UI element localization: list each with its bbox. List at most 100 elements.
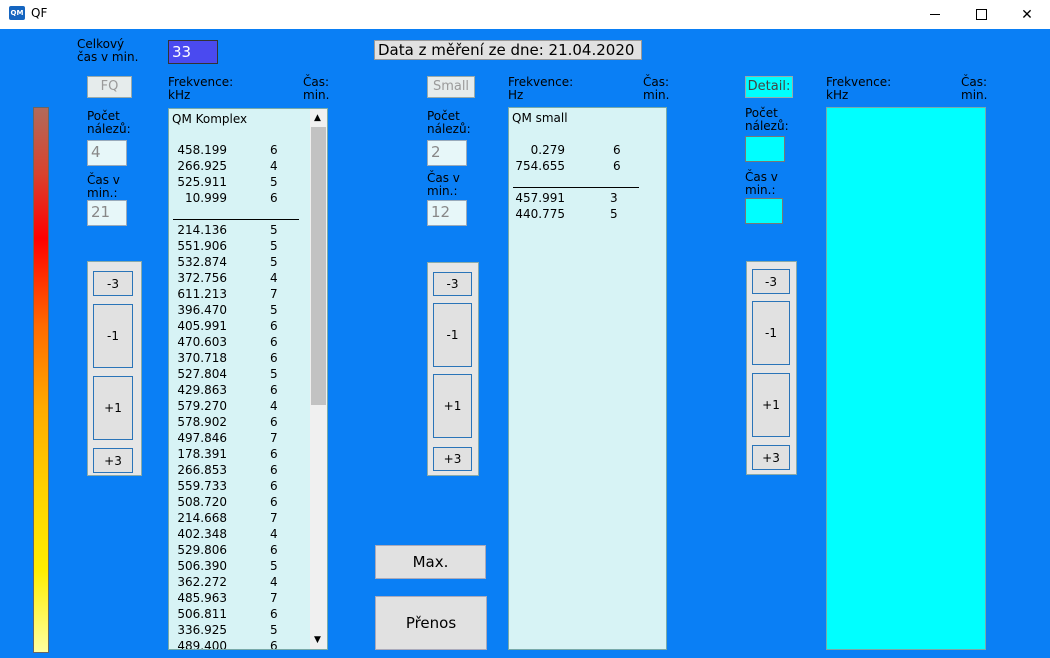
fq-step-minus1-button[interactable]: -1 [93,304,133,368]
list-item[interactable]: 336.925 5 [169,622,327,638]
list-item[interactable]: 429.863 6 [169,382,327,398]
detail-step-minus3-button[interactable]: -3 [752,269,790,294]
max-button[interactable]: Max. [375,545,486,579]
list-item[interactable]: 611.213 7 [169,286,327,302]
list-item[interactable]: 402.348 4 [169,526,327,542]
list-item[interactable]: 579.270 4 [169,398,327,414]
time-value: 5 [270,223,278,237]
fq-list-scrollbar[interactable]: ▲ ▼ [310,109,327,649]
time-value: 7 [270,511,278,525]
detail-time-field[interactable] [745,198,783,224]
detail-results-list[interactable] [826,107,986,650]
time-value: 4 [270,399,278,413]
time-value: 6 [270,143,278,157]
scroll-up-icon[interactable]: ▲ [314,113,321,123]
list-item[interactable]: 266.925 4 [169,158,327,174]
time-value: 6 [270,383,278,397]
list-item[interactable]: 266.853 6 [169,462,327,478]
scroll-down-icon[interactable]: ▼ [314,635,321,645]
list-item[interactable]: 506.811 6 [169,606,327,622]
fq-time-field[interactable]: 21 [87,200,127,226]
small-mode-button[interactable]: Small [427,76,475,98]
time-value: 6 [270,479,278,493]
small-step-minus3-button[interactable]: -3 [433,272,472,296]
list-item[interactable]: 405.991 6 [169,318,327,334]
detail-step-plus3-button[interactable]: +3 [752,445,790,470]
list-item[interactable]: 10.999 6 [169,190,327,206]
small-count-field[interactable]: 2 [427,140,467,166]
time-value: 6 [270,447,278,461]
list-item[interactable]: 214.136 5 [169,222,327,238]
minimize-button[interactable] [912,0,958,29]
list-item[interactable]: 578.902 6 [169,414,327,430]
frequency-value: 506.390 [177,559,227,573]
detail-step-minus1-button[interactable]: -1 [752,301,790,365]
frequency-value: 506.811 [177,607,227,621]
frequency-value: 754.655 [515,159,565,173]
list-item[interactable]: 178.391 6 [169,446,327,462]
frequency-value: 370.718 [177,351,227,365]
app-icon: QM [9,6,25,20]
measurement-date: Data z měření ze dne: 21.04.2020 [374,40,642,60]
fq-step-plus1-button[interactable]: +1 [93,376,133,440]
list-item[interactable]: 532.874 5 [169,254,327,270]
list-item[interactable]: 525.911 5 [169,174,327,190]
list-item[interactable]: 527.804 5 [169,366,327,382]
main-area: Celkový čas v min. 33 Data z měření ze d… [0,29,1050,658]
small-time-field[interactable]: 12 [427,200,467,226]
list-item[interactable]: 372.756 4 [169,270,327,286]
small-step-plus3-button[interactable]: +3 [433,447,472,471]
list-item[interactable]: 497.846 7 [169,430,327,446]
list-item[interactable]: 362.272 4 [169,574,327,590]
time-value: 4 [270,527,278,541]
close-button[interactable]: ✕ [1004,0,1050,29]
small-time-header: Čas: min. [643,75,670,102]
list-item[interactable]: 457.991 3 [509,190,666,206]
detail-mode-button[interactable]: Detail: [745,76,793,98]
list-item[interactable]: 489.400 6 [169,638,327,649]
detail-count-field[interactable] [745,136,785,162]
detail-freq-header: Frekvence: kHz [826,75,892,102]
list-item[interactable]: 470.603 6 [169,334,327,350]
time-value: 7 [270,287,278,301]
list-item[interactable]: 529.806 6 [169,542,327,558]
minimize-icon [930,14,940,15]
frequency-value: 527.804 [177,367,227,381]
total-time-field[interactable]: 33 [168,40,218,64]
window-title: QF [31,6,48,20]
scroll-thumb[interactable] [311,127,326,405]
list-item[interactable]: 508.720 6 [169,494,327,510]
list-item[interactable]: 506.390 5 [169,558,327,574]
list-item[interactable]: 440.775 5 [509,206,666,222]
list-item[interactable]: 551.906 5 [169,238,327,254]
list-item[interactable]: 754.655 6 [509,158,666,174]
list-item[interactable]: 0.279 6 [509,142,666,158]
list-item[interactable]: 370.718 6 [169,350,327,366]
transfer-button[interactable]: Přenos [375,596,487,650]
time-value: 7 [270,431,278,445]
list-item[interactable]: 559.733 6 [169,478,327,494]
list-item[interactable]: 485.963 7 [169,590,327,606]
frequency-value: 396.470 [177,303,227,317]
frequency-value: 214.668 [177,511,227,525]
fq-step-plus3-button[interactable]: +3 [93,448,133,473]
fq-results-list[interactable]: QM Komplex 458.199 6 266.925 4 525.911 5 10.99… [168,108,328,650]
frequency-value: 266.925 [177,159,227,173]
list-item[interactable]: 214.668 7 [169,510,327,526]
list-item[interactable]: 396.470 5 [169,302,327,318]
small-step-minus1-button[interactable]: -1 [433,303,472,367]
list-item[interactable]: 458.199 6 [169,142,327,158]
time-value: 5 [270,559,278,573]
maximize-button[interactable] [958,0,1004,29]
fq-step-minus3-button[interactable]: -3 [93,271,133,296]
small-step-plus1-button[interactable]: +1 [433,374,472,438]
frequency-value: 532.874 [177,255,227,269]
small-results-list[interactable]: QM small 0.279 6 754.655 6 457.991 3 440.775 5 [508,107,667,650]
close-icon: ✕ [1021,6,1033,23]
detail-step-plus1-button[interactable]: +1 [752,373,790,437]
time-value: 5 [270,303,278,317]
frequency-value: 559.733 [177,479,227,493]
time-value: 6 [270,335,278,349]
fq-mode-button[interactable]: FQ [87,76,132,98]
fq-count-field[interactable]: 4 [87,140,127,166]
